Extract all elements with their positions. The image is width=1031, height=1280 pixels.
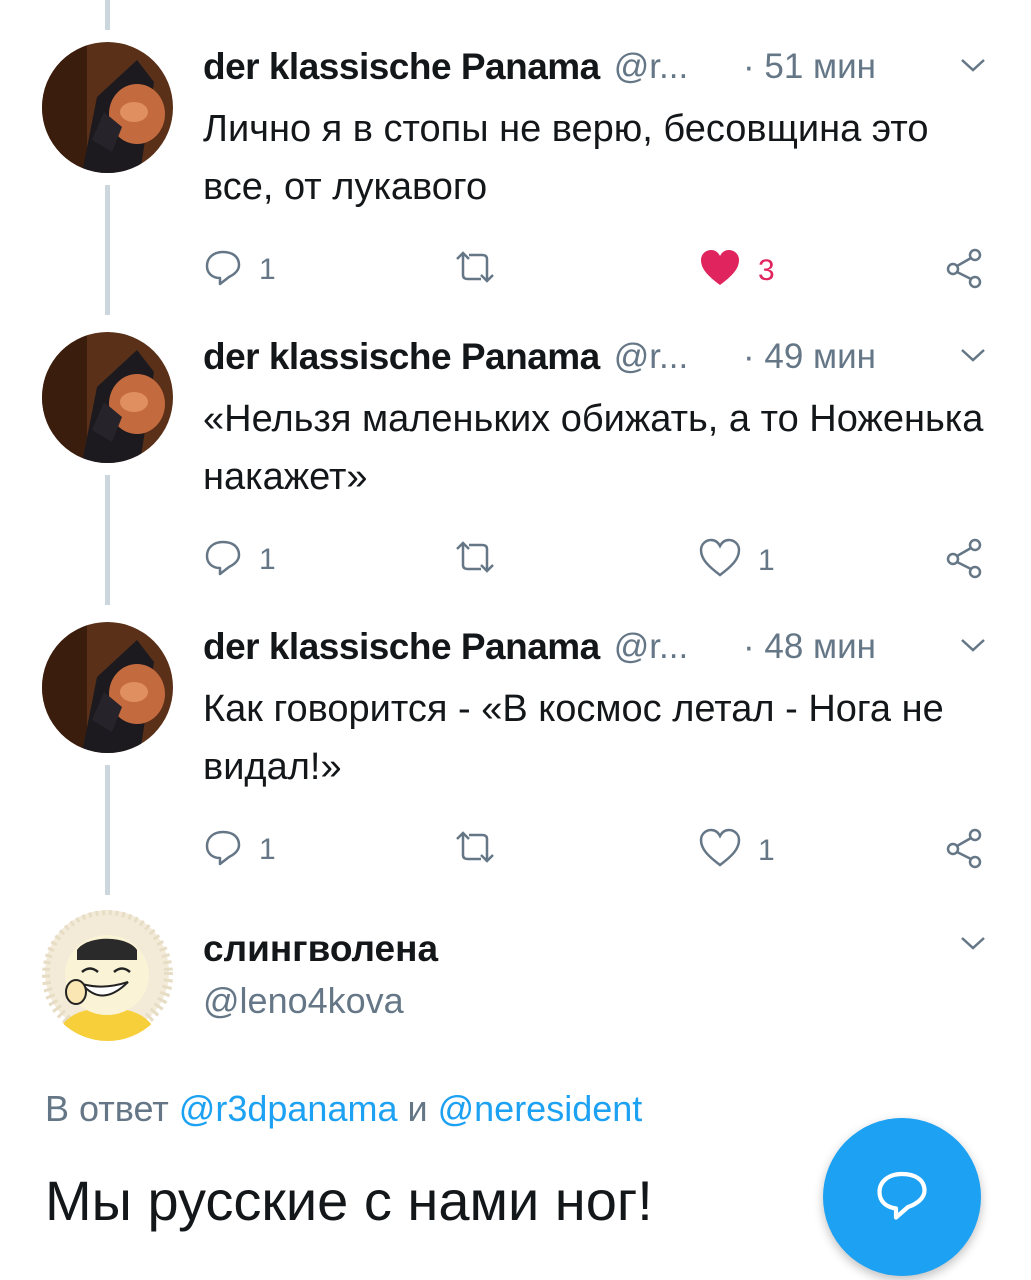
retweet-icon — [453, 827, 497, 872]
reply-text: Мы русские с нами ног! — [45, 1169, 653, 1232]
heart-icon — [698, 537, 742, 584]
share-icon — [943, 247, 985, 294]
author-handle[interactable]: @r... — [614, 627, 688, 667]
timestamp[interactable]: · 48 мин — [743, 627, 876, 667]
tweet-text: Как говорится - «В космос летал - Нога н… — [203, 688, 944, 788]
avatar[interactable] — [42, 42, 173, 173]
share-icon — [943, 537, 985, 584]
share-button[interactable] — [943, 827, 985, 874]
avatar[interactable] — [42, 332, 173, 463]
like-count: 3 — [758, 253, 775, 287]
reply-count: 1 — [259, 832, 276, 866]
retweet-icon — [453, 247, 497, 292]
chevron-down-icon[interactable] — [958, 54, 988, 81]
reply-icon — [203, 827, 243, 872]
reply-author[interactable]: слингволена @leno4kova — [0, 910, 1031, 1050]
chevron-down-icon[interactable] — [958, 634, 988, 661]
mention-link[interactable]: @neresident — [438, 1088, 643, 1129]
author-name[interactable]: der klassische Panama — [203, 46, 600, 88]
retweet-button[interactable] — [453, 827, 497, 872]
author-name[interactable]: der klassische Panama — [203, 336, 600, 378]
author-handle[interactable]: @r... — [614, 337, 688, 377]
reply-count: 1 — [259, 542, 276, 576]
reply-count: 1 — [259, 252, 276, 286]
timestamp[interactable]: · 49 мин — [743, 337, 876, 377]
tweet-actions: 1 1 — [203, 537, 1003, 587]
chevron-down-icon[interactable] — [958, 344, 988, 371]
heart-icon — [698, 827, 742, 874]
tweet[interactable]: der klassische Panama @r... · 48 мин Как… — [0, 622, 1031, 912]
tweet-actions: 1 1 — [203, 827, 1003, 877]
compose-reply-button[interactable] — [823, 1118, 981, 1276]
thread-line — [105, 0, 110, 30]
reply-to-line: В ответ @r3dpanama и @neresident — [45, 1088, 642, 1130]
tweet-text: «Нельзя маленьких обижать, а то Ноженька… — [203, 398, 984, 498]
avatar[interactable] — [42, 910, 173, 1041]
tweet-actions: 1 3 — [203, 247, 1003, 297]
like-button[interactable]: 1 — [698, 537, 775, 584]
retweet-button[interactable] — [453, 537, 497, 582]
tweet-header: der klassische Panama @r... · 48 мин — [203, 622, 1003, 672]
share-button[interactable] — [943, 247, 985, 294]
author-handle[interactable]: @leno4kova — [203, 980, 404, 1022]
reply-button[interactable]: 1 — [203, 537, 276, 582]
author-handle[interactable]: @r... — [614, 47, 688, 87]
reply-to-conjunction: и — [407, 1088, 428, 1129]
share-icon — [943, 827, 985, 874]
retweet-icon — [453, 537, 497, 582]
like-button[interactable]: 1 — [698, 827, 775, 874]
compose-reply-icon — [872, 1165, 932, 1230]
reply-button[interactable]: 1 — [203, 247, 276, 292]
tweet[interactable]: der klassische Panama @r... · 51 мин Лич… — [0, 42, 1031, 332]
heart-icon — [698, 247, 742, 294]
mention-link[interactable]: @r3dpanama — [179, 1088, 398, 1129]
reply-icon — [203, 537, 243, 582]
author-name[interactable]: слингволена — [203, 928, 438, 970]
like-count: 1 — [758, 833, 775, 867]
tweet-header: der klassische Panama @r... · 51 мин — [203, 42, 1003, 92]
tweet-text: Лично я в стопы не верю, бесовщина это в… — [203, 108, 929, 208]
tweet-header: der klassische Panama @r... · 49 мин — [203, 332, 1003, 382]
timestamp[interactable]: · 51 мин — [743, 47, 876, 87]
reply-to-prefix: В ответ — [45, 1088, 169, 1129]
share-button[interactable] — [943, 537, 985, 584]
like-button[interactable]: 3 — [698, 247, 775, 294]
retweet-button[interactable] — [453, 247, 497, 292]
reply-icon — [203, 247, 243, 292]
avatar[interactable] — [42, 622, 173, 753]
chevron-down-icon[interactable] — [958, 932, 988, 959]
tweet[interactable]: der klassische Panama @r... · 49 мин «Не… — [0, 332, 1031, 622]
reply-button[interactable]: 1 — [203, 827, 276, 872]
like-count: 1 — [758, 543, 775, 577]
author-name[interactable]: der klassische Panama — [203, 626, 600, 668]
